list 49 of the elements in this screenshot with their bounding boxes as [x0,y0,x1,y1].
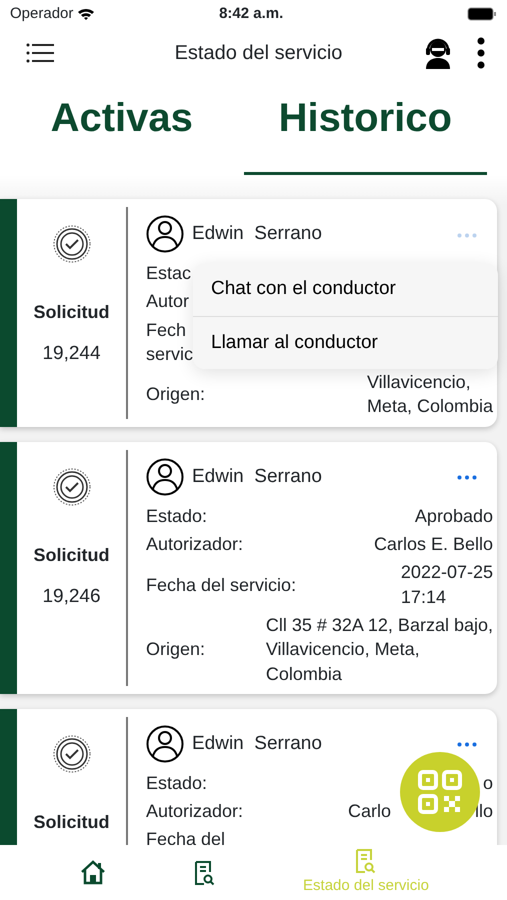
more-dots-icon [457,232,477,238]
driver-name: Edwin Serrano [192,732,323,756]
user-avatar-icon [146,724,184,763]
driver-name: Edwin Serrano [192,222,323,246]
approved-seal-icon [52,734,90,773]
home-icon [78,858,106,886]
menu-icon[interactable] [26,43,54,63]
battery-icon [467,7,497,21]
field-value: Villavicencio, Meta, Colombia [366,371,493,418]
field-value: Carlo [348,800,391,824]
nav-tab[interactable] [78,858,106,886]
field-value: Carlos E. Bello [374,533,493,556]
nav-label: Estado del servicio [303,876,429,896]
field-label: Fech servic [146,318,194,366]
support-agent-icon[interactable] [423,37,453,69]
user-avatar-icon [146,215,184,253]
approved-seal-icon [52,468,90,506]
request-label: Solicitud [34,544,110,567]
field-label: Estado: [146,772,208,795]
field-value: 2022-07-25 17:14 [400,561,493,609]
page-title: Estado del servicio [174,41,344,66]
more-dots-icon [457,742,477,748]
field-label: Estac [146,262,192,285]
carrier-name: Operador [10,4,74,24]
clock-time: 8:42 a.m. [219,4,284,24]
field-label: Origen: [146,383,206,406]
menu-item[interactable]: Llamar al conductor [193,316,498,369]
field-label: Estado: [146,504,208,528]
more-dots-icon [457,475,477,480]
request-number: 19,244 [42,342,101,366]
qr-code-icon [417,769,463,815]
field-label: Fecha del servicio: [146,574,296,597]
field-label: Autorizador: [146,533,244,556]
more-options-icon[interactable] [477,37,485,69]
request-label: Solicitud [34,810,110,834]
wifi-icon [77,7,96,21]
tab[interactable]: Activas [0,88,244,175]
field-value: Aprobado [414,504,493,528]
menu-item[interactable]: Chat con el conductor [193,263,498,316]
field-label: Autorizador: [146,800,244,824]
request-number: 19,246 [42,584,101,609]
driver-name: Edwin Serrano [192,464,323,489]
field-label: Origen: [146,638,206,662]
field-value: o [482,772,493,795]
field-value: Cll 35 # 32A 12, Barzal bajo, Villavicencio, Meta, Colombia [266,614,493,686]
request-label: Solicitud [34,301,110,324]
field-label: Autor [146,290,190,314]
approved-seal-icon [52,225,90,263]
user-avatar-icon [146,458,184,496]
